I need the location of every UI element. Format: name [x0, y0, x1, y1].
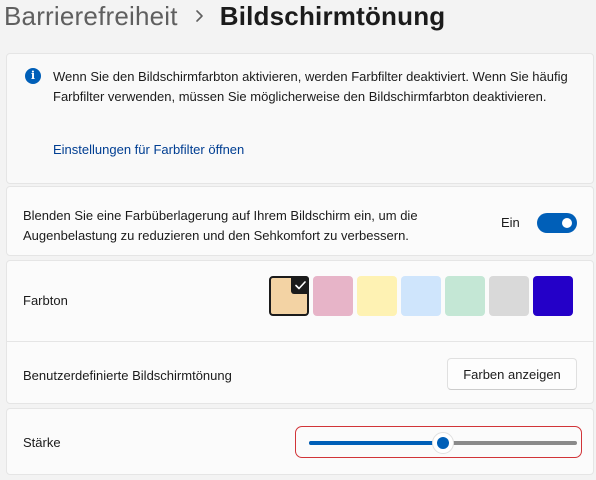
custom-tint-label: Benutzerdefinierte Bildschirmtönung	[23, 368, 232, 383]
tint-swatch[interactable]	[357, 276, 397, 316]
slider-thumb[interactable]	[432, 432, 454, 454]
color-overlay-toggle[interactable]	[537, 213, 577, 233]
slider-thumb-center	[437, 437, 449, 449]
page-title: Bildschirmtönung	[219, 0, 446, 31]
tint-settings-group: Farbton Benutzerdefinierte Bildschirmtön…	[6, 260, 594, 404]
toggle-knob	[562, 218, 572, 228]
tint-swatch[interactable]	[533, 276, 573, 316]
tint-swatch[interactable]	[269, 276, 309, 316]
color-overlay-description: Blenden Sie eine Farbüberlagerung auf Ih…	[23, 208, 418, 243]
color-overlay-setting: Blenden Sie eine Farbüberlagerung auf Ih…	[6, 186, 594, 256]
strength-label: Stärke	[23, 435, 61, 450]
strength-slider[interactable]	[309, 432, 577, 454]
settings-page: Barrierefreiheit Bildschirmtönung i Wenn…	[0, 0, 596, 480]
checkmark-icon	[291, 276, 309, 294]
tint-swatch[interactable]	[401, 276, 441, 316]
color-filter-settings-link[interactable]: Einstellungen für Farbfilter öffnen	[53, 142, 244, 157]
info-banner: i Wenn Sie den Bildschirmfarbton aktivie…	[6, 53, 594, 184]
info-text: Wenn Sie den Bildschirmfarbton aktiviere…	[53, 69, 568, 104]
tint-swatch[interactable]	[445, 276, 485, 316]
tint-label: Farbton	[23, 293, 68, 308]
chevron-right-icon	[178, 1, 220, 31]
slider-fill	[309, 441, 443, 445]
breadcrumb-parent[interactable]: Barrierefreiheit	[4, 1, 178, 32]
tint-swatch[interactable]	[489, 276, 529, 316]
tint-row: Farbton	[7, 261, 593, 339]
info-icon: i	[25, 68, 41, 84]
custom-tint-row: Benutzerdefinierte Bildschirmtönung Farb…	[7, 341, 593, 405]
toggle-state-label: Ein	[501, 215, 520, 230]
show-colors-button[interactable]: Farben anzeigen	[447, 358, 577, 390]
strength-setting: Stärke	[6, 408, 594, 475]
tint-swatch[interactable]	[313, 276, 353, 316]
breadcrumb: Barrierefreiheit Bildschirmtönung	[4, 0, 445, 34]
